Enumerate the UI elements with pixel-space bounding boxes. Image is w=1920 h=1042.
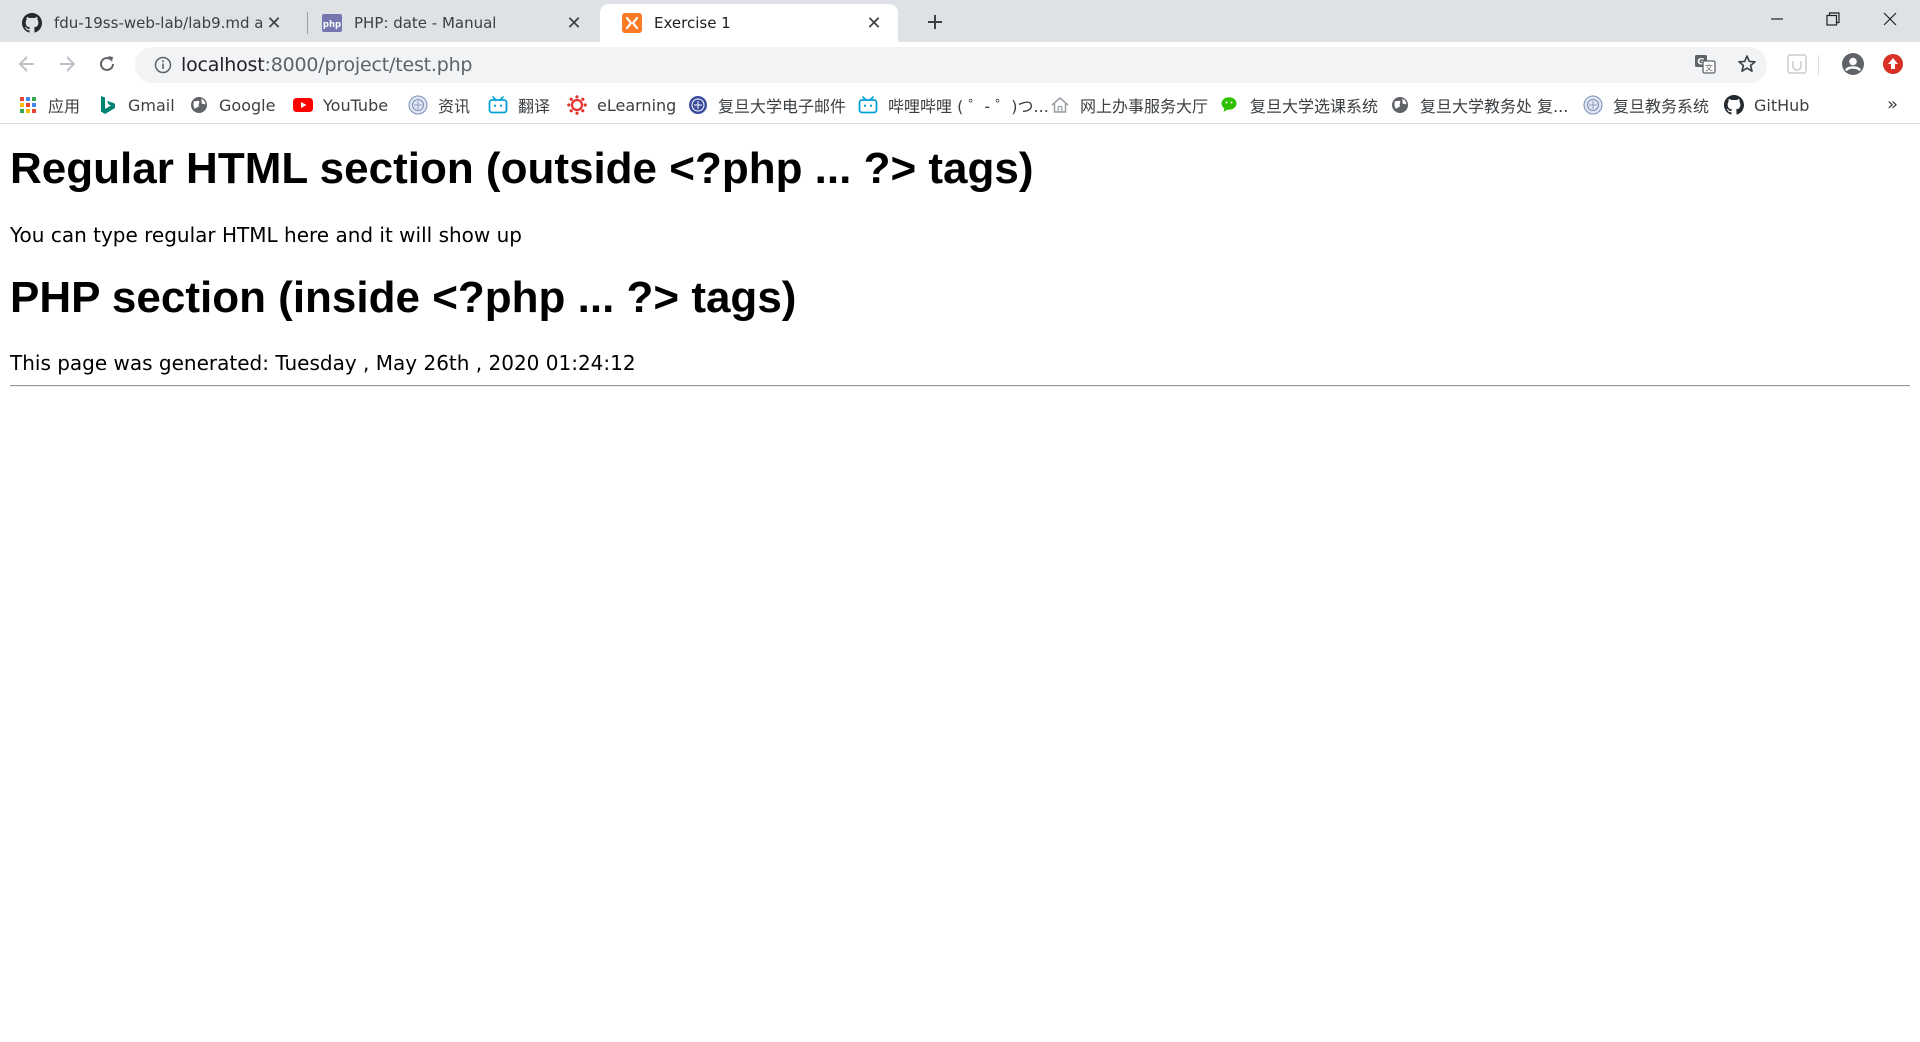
- github-icon: [1724, 95, 1744, 115]
- fudan-icon: [408, 95, 428, 115]
- tab-title: Exercise 1: [654, 14, 731, 32]
- bookmark-elearning[interactable]: eLearning: [567, 92, 676, 118]
- bilibili-icon: [858, 95, 878, 115]
- url-path: :8000/project/test.php: [264, 54, 473, 76]
- address-bar[interactable]: localhost:8000/project/test.php: [135, 47, 1767, 83]
- svg-text:php: php: [323, 20, 341, 30]
- bookmark-course-selection[interactable]: 复旦大学选课系统: [1220, 92, 1378, 118]
- apps-grid-icon: [18, 95, 38, 115]
- heading-regular-html: Regular HTML section (outside <?php ... …: [10, 144, 1034, 193]
- tab-title: PHP: date - Manual: [354, 14, 497, 32]
- bookmark-label: 复旦大学电子邮件: [718, 97, 847, 116]
- paragraph-generated-date: This page was generated: Tuesday , May 2…: [10, 351, 636, 376]
- info-icon[interactable]: [145, 47, 181, 83]
- close-icon[interactable]: ✕: [264, 13, 284, 34]
- tab-strip: fdu-19ss-web-lab/lab9.md at m ✕ php PHP:…: [0, 0, 1920, 42]
- close-window-button[interactable]: [1862, 0, 1918, 38]
- bookmark-label: 哔哩哔哩 ( ゜- ゜)つ...: [888, 97, 1049, 116]
- bookmark-label: 应用: [48, 97, 81, 116]
- update-extension-button[interactable]: [1878, 49, 1908, 79]
- wechat-icon: [1220, 95, 1240, 115]
- paragraph-regular-html: You can type regular HTML here and it wi…: [10, 222, 522, 247]
- profile-button[interactable]: [1838, 49, 1868, 79]
- new-tab-button[interactable]: [920, 7, 950, 37]
- bookmark-fudan-mail[interactable]: 复旦大学电子邮件: [688, 92, 846, 118]
- more-bookmarks-button[interactable]: »: [1887, 94, 1898, 115]
- translate-icon: G文: [1695, 55, 1716, 74]
- bookmark-label: 网上办事服务大厅: [1080, 97, 1209, 116]
- bookmark-label: 资讯: [438, 97, 471, 116]
- upload-arrow-icon: [1883, 54, 1903, 74]
- plus-icon: [928, 15, 942, 29]
- xampp-icon: [622, 13, 642, 33]
- bookmark-label: eLearning: [597, 95, 677, 115]
- bookmark-news[interactable]: 资讯: [408, 92, 470, 118]
- svg-text:文: 文: [1705, 63, 1713, 73]
- bookmark-translate[interactable]: 翻译: [488, 92, 550, 118]
- page-content: Regular HTML section (outside <?php ... …: [10, 124, 1910, 388]
- close-icon[interactable]: ✕: [864, 13, 884, 34]
- youtube-icon: [293, 95, 313, 115]
- bookmark-youtube[interactable]: YouTube: [293, 92, 388, 118]
- minimize-icon: [1771, 18, 1783, 20]
- house-icon: [1050, 95, 1070, 115]
- restore-button[interactable]: [1805, 0, 1861, 38]
- double-chevron-right-icon: »: [1886, 94, 1898, 115]
- bookmark-label: YouTube: [323, 95, 389, 115]
- tab-title: fdu-19ss-web-lab/lab9.md at m: [54, 14, 264, 32]
- close-icon[interactable]: ✕: [564, 13, 584, 34]
- reload-icon: [100, 56, 114, 71]
- bookmark-label: 复旦大学教务处 复...: [1420, 97, 1569, 116]
- bookmark-apps[interactable]: 应用: [18, 92, 80, 118]
- minimize-button[interactable]: [1749, 0, 1805, 38]
- arrow-left-icon: [18, 56, 34, 72]
- tab-php-date-manual[interactable]: php PHP: date - Manual ✕: [300, 4, 598, 42]
- bookmark-star-button[interactable]: [1732, 49, 1762, 79]
- back-button[interactable]: [13, 50, 41, 78]
- horizontal-rule: [10, 385, 1910, 388]
- browser-toolbar: localhost:8000/project/test.php G文: [0, 42, 1920, 86]
- toolbar-divider: [1818, 55, 1819, 75]
- restore-icon: [1826, 12, 1840, 26]
- star-icon: [1738, 55, 1756, 72]
- bing-icon: [98, 95, 118, 115]
- reload-button[interactable]: [93, 50, 121, 78]
- extension-icon: [1787, 54, 1807, 74]
- bookmark-label: 翻译: [518, 97, 551, 116]
- bilibili-icon: [488, 95, 508, 115]
- bookmark-academic-affairs[interactable]: 复旦大学教务处 复...: [1390, 92, 1568, 118]
- bookmark-github[interactable]: GitHub: [1724, 92, 1809, 118]
- tab-exercise-1[interactable]: Exercise 1 ✕: [600, 4, 898, 42]
- fudan-icon: [1583, 95, 1603, 115]
- bookmark-label: Gmail: [128, 95, 175, 115]
- bookmark-label: 复旦大学选课系统: [1250, 97, 1379, 116]
- arrow-right-icon: [60, 56, 76, 72]
- bookmark-label: GitHub: [1754, 95, 1810, 115]
- bookmark-google[interactable]: Google: [189, 92, 275, 118]
- bookmark-service-hall[interactable]: 网上办事服务大厅: [1050, 92, 1208, 118]
- url-host: localhost: [181, 54, 265, 76]
- bookmark-label: Google: [219, 95, 276, 115]
- close-window-icon: [1883, 12, 1897, 26]
- canvas-icon: [567, 95, 587, 115]
- globe-icon: [189, 95, 209, 115]
- bookmark-bilibili[interactable]: 哔哩哔哩 ( ゜- ゜)つ...: [858, 92, 1049, 118]
- url-text: localhost:8000/project/test.php: [181, 54, 472, 76]
- bookmark-label: 复旦教务系统: [1613, 97, 1710, 116]
- globe-icon: [1390, 95, 1410, 115]
- forward-button[interactable]: [53, 50, 81, 78]
- bookmarks-bar: 应用 Gmail Google YouTube 资讯 翻译 eLearning …: [0, 86, 1920, 124]
- fudan-mail-icon: [688, 95, 708, 115]
- github-icon: [22, 13, 42, 33]
- bookmark-fudan-academic-system[interactable]: 复旦教务系统: [1583, 92, 1709, 118]
- php-icon: php: [322, 13, 342, 33]
- tab-github-lab9[interactable]: fdu-19ss-web-lab/lab9.md at m ✕: [0, 4, 298, 42]
- bookmark-gmail[interactable]: Gmail: [98, 92, 175, 118]
- heading-php-section: PHP section (inside <?php ... ?> tags): [10, 272, 797, 322]
- account-icon: [1842, 53, 1864, 75]
- translate-button[interactable]: G文: [1690, 49, 1720, 79]
- extension-button[interactable]: [1782, 49, 1812, 79]
